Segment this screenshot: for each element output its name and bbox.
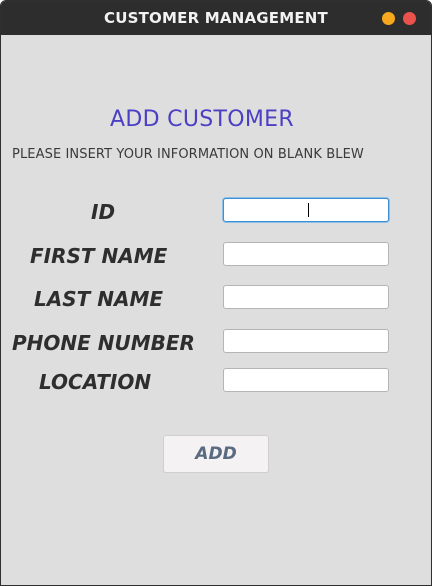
title-bar: CUSTOMER MANAGEMENT	[1, 1, 431, 35]
text-caret	[308, 203, 309, 217]
close-icon[interactable]	[403, 12, 416, 25]
add-button[interactable]: ADD	[163, 435, 269, 473]
first-name-input[interactable]	[223, 242, 389, 266]
last-name-label: LAST NAME	[34, 287, 164, 311]
app-window: CUSTOMER MANAGEMENT ADD CUSTOMER PLEASE …	[0, 0, 432, 586]
id-input[interactable]	[223, 198, 389, 222]
last-name-input[interactable]	[223, 285, 389, 309]
location-input[interactable]	[223, 368, 389, 392]
form-panel: ADD CUSTOMER PLEASE INSERT YOUR INFORMAT…	[1, 35, 431, 585]
window-title: CUSTOMER MANAGEMENT	[104, 9, 328, 27]
location-label: LOCATION	[39, 370, 152, 394]
first-name-label: FIRST NAME	[30, 244, 168, 268]
minimize-icon[interactable]	[382, 12, 395, 25]
phone-number-input[interactable]	[223, 329, 389, 353]
phone-number-label: PHONE NUMBER	[12, 331, 195, 355]
id-label: ID	[91, 200, 116, 224]
form-instructions: PLEASE INSERT YOUR INFORMATION ON BLANK …	[12, 147, 364, 162]
form-heading: ADD CUSTOMER	[110, 107, 294, 132]
